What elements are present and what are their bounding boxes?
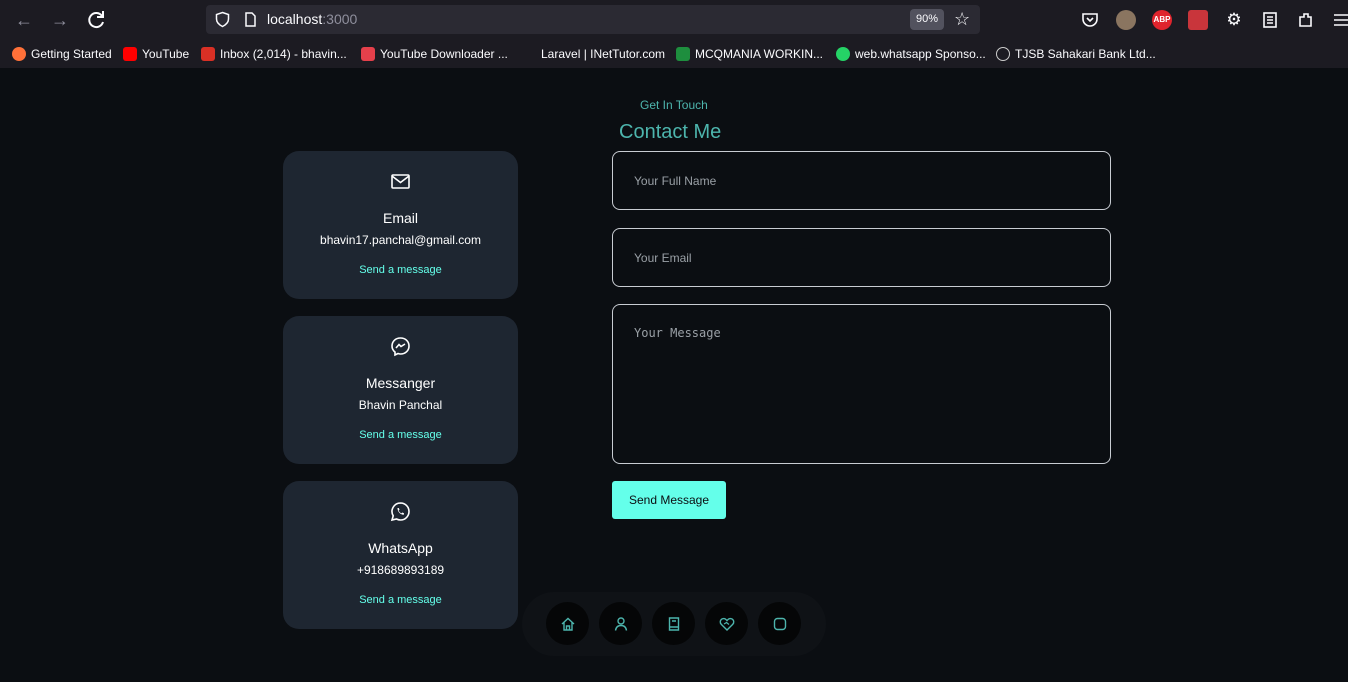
contact-card-email: Email bhavin17.panchal@gmail.com Send a … — [283, 151, 518, 299]
bookmark-item[interactable]: Laravel | INetTutor.com — [541, 46, 665, 62]
contact-title: WhatsApp — [368, 540, 433, 556]
url-host: localhost — [267, 11, 323, 27]
contact-title: Email — [382, 210, 418, 226]
browser-toolbar: ← → localhost:3000 90% ☆ ABP ⚙ — [0, 0, 1348, 40]
nav-contact[interactable] — [758, 602, 801, 645]
contact-title: Messanger — [365, 375, 436, 391]
bookmark-label: Getting Started — [31, 47, 112, 61]
pocket-icon[interactable] — [1080, 10, 1100, 30]
settings-gear-icon[interactable]: ⚙ — [1224, 10, 1244, 30]
contact-card-whatsapp: WhatsApp +918689893189 Send a message — [283, 481, 518, 629]
whatsapp-icon — [390, 502, 410, 522]
profile-avatar[interactable] — [1116, 10, 1136, 30]
download-icon — [361, 47, 375, 61]
bookmark-item[interactable]: YouTube — [123, 46, 189, 62]
bookmark-item[interactable]: TJSB Sahakari Bank Ltd... — [996, 46, 1156, 62]
back-icon[interactable]: ← — [12, 8, 36, 32]
mail-icon — [391, 174, 410, 189]
section-subtitle: Get In Touch — [640, 98, 708, 112]
send-message-button[interactable]: Send Message — [612, 481, 726, 519]
shield-icon[interactable] — [214, 11, 231, 28]
globe-icon — [996, 47, 1010, 61]
bookmark-label: Inbox (2,014) - bhavin... — [220, 47, 347, 61]
bookmarks-bar: Getting Started YouTube Inbox (2,014) - … — [0, 40, 1348, 68]
menu-icon[interactable] — [1332, 10, 1348, 30]
bookmark-star-icon[interactable]: ☆ — [954, 9, 970, 29]
user-icon — [614, 616, 627, 631]
reload-icon[interactable] — [84, 8, 108, 32]
nav-services[interactable] — [705, 602, 748, 645]
bookmark-item[interactable]: Getting Started — [12, 46, 112, 62]
url-bar[interactable]: localhost:3000 90% ☆ — [206, 5, 980, 34]
firefox-icon — [12, 47, 26, 61]
nav-experience[interactable] — [652, 602, 695, 645]
gmail-icon — [201, 47, 215, 61]
message-icon — [773, 617, 786, 630]
bookmark-label: web.whatsapp Sponso... — [855, 47, 986, 61]
url-text[interactable]: localhost:3000 — [267, 11, 357, 28]
bookmark-item[interactable]: YouTube Downloader ... — [361, 46, 508, 62]
bookmark-label: TJSB Sahakari Bank Ltd... — [1015, 47, 1156, 61]
adblock-icon[interactable]: ABP — [1152, 10, 1172, 30]
bookmark-label: MCQMANIA WORKIN... — [695, 47, 824, 61]
floating-nav — [522, 592, 826, 656]
messenger-icon — [391, 337, 410, 357]
page-icon — [245, 12, 256, 27]
bookmark-label: YouTube Downloader ... — [380, 47, 508, 61]
extensions-puzzle-icon[interactable] — [1296, 10, 1316, 30]
zoom-badge[interactable]: 90% — [910, 9, 944, 30]
send-message-link[interactable]: Send a message — [283, 264, 518, 276]
message-textarea[interactable] — [612, 304, 1111, 464]
home-icon — [561, 617, 574, 631]
full-name-input[interactable] — [612, 151, 1111, 210]
nav-home[interactable] — [546, 602, 589, 645]
email-input[interactable] — [612, 228, 1111, 287]
contact-card-messenger: Messanger Bhavin Panchal Send a message — [283, 316, 518, 464]
section-title: Contact Me — [619, 121, 722, 143]
whatsapp-icon — [836, 47, 850, 61]
youtube-icon — [123, 47, 137, 61]
contact-value: bhavin17.panchal@gmail.com — [320, 233, 481, 247]
mcqmania-icon — [676, 47, 690, 61]
contact-value: +918689893189 — [356, 563, 445, 577]
bookmark-label: YouTube — [142, 47, 190, 61]
forward-icon[interactable]: → — [48, 8, 72, 32]
bookmark-item[interactable]: web.whatsapp Sponso... — [836, 46, 986, 62]
bookmark-item[interactable]: MCQMANIA WORKIN... — [676, 46, 823, 62]
extension-icon[interactable] — [1188, 10, 1208, 30]
bookmark-item[interactable]: Inbox (2,014) - bhavin... — [201, 46, 347, 62]
nav-about[interactable] — [599, 602, 642, 645]
bookmark-label: Laravel | INetTutor.com — [541, 47, 666, 61]
reader-icon[interactable] — [1260, 10, 1280, 30]
services-icon — [719, 617, 734, 631]
contact-value: Bhavin Panchal — [358, 398, 443, 412]
book-icon — [668, 616, 679, 631]
url-port: :3000 — [322, 11, 358, 27]
send-message-link[interactable]: Send a message — [283, 594, 518, 606]
send-message-link[interactable]: Send a message — [283, 429, 518, 441]
contact-section: Get In Touch Contact Me Email bhavin17.p… — [0, 68, 1348, 682]
